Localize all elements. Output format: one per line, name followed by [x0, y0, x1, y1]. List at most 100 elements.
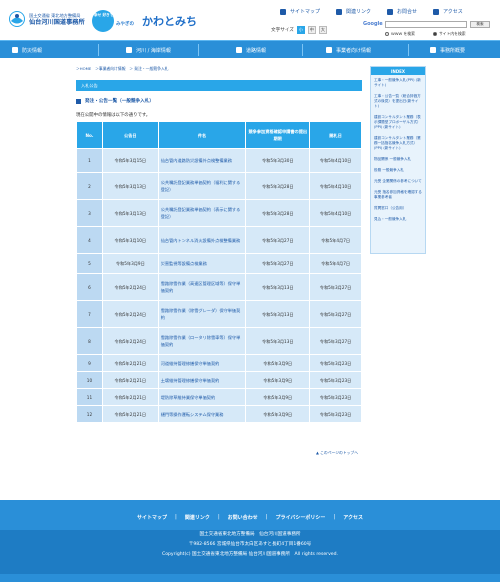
nav-divider [302, 44, 303, 56]
row-opening: 令和5年3月27日 [309, 273, 362, 301]
related-links-link[interactable]: 関連リンク [336, 7, 371, 16]
row-date: 令和5年2月21日 [101, 371, 159, 389]
section-title-bar: 入札公告 [76, 80, 362, 91]
row-title-link[interactable]: 堤防除草維持業保守単価契約 [157, 388, 247, 406]
nav-office[interactable]: 事務所概要 [430, 41, 465, 59]
sidebar-item[interactable]: 元受 指名参加資格を確認する事業参考者 [371, 187, 425, 203]
row-title-link[interactable]: 河道維持管理修繕保守単価契約 [157, 354, 247, 372]
row-no: 6 [76, 273, 103, 301]
sidebar-item[interactable]: 建設コンサルタント業務（表示課題型プロポーザル方式）(PPI) (新サイト) [371, 112, 425, 133]
row-deadline: 令和5年3月27日 [245, 226, 311, 254]
page-title: 発注・公告一覧（一般競争入札） [76, 98, 154, 104]
sidebar-title: INDEX [371, 67, 425, 75]
sidebar-item[interactable]: 工事・一般競争入札(PPI) (新サイト) [371, 75, 425, 91]
sidebar-item[interactable]: 役務 一般競争入札 [371, 165, 425, 176]
organization-name[interactable]: 国土交通省 東北地方整備局 仙台河川国道事務所 [29, 13, 85, 27]
top-links: サイトマップ 関連リンク お問合せ アクセス [280, 7, 495, 16]
table-row: 4 令和5年3月10日 仙台管内トンネル消火設備外点検整備業務 令和5年3月27日 令和… [76, 226, 362, 254]
breadcrumb[interactable]: ＞HOME ＞事業者向け情報 ＞ 発注・一般競争入札 [76, 66, 168, 72]
related-links-label: 関連リンク [346, 9, 372, 15]
search-site-radio[interactable]: サイト内を検索 [433, 31, 466, 37]
brand-logo[interactable]: 幸せ 好きです みやぎの かわとみち [92, 8, 202, 34]
row-opening: 令和5年4月7日 [309, 226, 362, 254]
search-www-radio[interactable]: WWW を検索 [385, 31, 415, 37]
row-title-link[interactable]: 雪路除雪作業（高速区管理区域等）保守単価契約 [157, 273, 247, 301]
font-size-label: 文字サイズ [271, 28, 294, 33]
row-no: 9 [76, 354, 103, 372]
access-link[interactable]: アクセス [433, 7, 463, 16]
footer-org: 国土交通省東北地方整備局 仙台河川国道事務所 [199, 532, 301, 537]
sitemap-link[interactable]: サイトマップ [280, 7, 320, 16]
row-deadline: 令和5年3月9日 [245, 354, 311, 372]
business-icon [326, 47, 332, 53]
table-row: 1 令和5年3月15日 仙台管内道路防災設備外点検整備業務 令和5年3月30日 令和5年… [76, 148, 362, 173]
row-date: 令和5年3月13日 [101, 172, 159, 200]
footer-separator: | [265, 514, 268, 520]
access-label: アクセス [443, 9, 463, 15]
sidebar-item[interactable]: 建設コンサルタント業務（業務一括指名競争入札方式）(PPI) (新サイト) [371, 133, 425, 154]
sidebar-item[interactable]: 質問窓口（公告用） [371, 203, 425, 214]
river-icon [126, 47, 132, 53]
footer-access-link[interactable]: アクセス [335, 514, 371, 521]
footer-sitemap-link[interactable]: サイトマップ [129, 514, 175, 521]
contact-link[interactable]: お問合せ [387, 7, 417, 16]
nav-divider [98, 44, 99, 56]
tender-table: No. 公告日 件名 競争参加資格確認申請書の提出期限 開札日 1 令和5年3月1… [76, 121, 362, 423]
sidebar-item[interactable]: 元受 企業関係の参考について [371, 176, 425, 187]
search-input[interactable] [385, 21, 467, 28]
road-icon [236, 47, 242, 53]
nav-disaster-label: 防災情報 [22, 47, 43, 54]
row-title-link[interactable]: 土壌維持管理修繕保守単価契約 [157, 371, 247, 389]
footer-related-link[interactable]: 関連リンク [177, 514, 218, 521]
footer-separator: | [217, 514, 220, 520]
page-top-link[interactable]: ▲ このページのトップへ [316, 450, 358, 456]
font-size-small-button[interactable]: 小 [296, 26, 305, 34]
nav-river-label: 河川 / 海岸情報 [136, 47, 171, 54]
nav-river[interactable]: 河川 / 海岸情報 [126, 41, 171, 59]
row-title-link[interactable]: 公共嘱託登記業務単価契約（表示に関する登記） [157, 199, 247, 227]
row-date: 令和5年3月15日 [101, 148, 159, 173]
sidebar-item[interactable]: 工事・公告一覧（総合評価方式の後見）を提出日(新サイト) [371, 91, 425, 112]
row-opening: 令和5年4月10日 [309, 199, 362, 227]
row-opening: 令和5年3月23日 [309, 354, 362, 372]
org-line2: 仙台河川国道事務所 [29, 19, 85, 26]
page-title-text: 発注・公告一覧（一般競争入札） [85, 99, 154, 104]
row-date: 令和5年3月13日 [101, 199, 159, 227]
row-title-link[interactable]: 雪路除雪作業（ロータリ除雪車等）保守単価契約 [157, 327, 247, 355]
search-button[interactable]: 検索 [470, 21, 490, 28]
office-icon [430, 47, 436, 53]
row-title-link[interactable]: 雪路除雪作業（除雪グレーダ）保守単価契約 [157, 300, 247, 328]
row-deadline: 令和5年3月13日 [245, 327, 311, 355]
row-opening: 令和5年4月7日 [309, 253, 362, 274]
row-deadline: 令和5年3月9日 [245, 371, 311, 389]
table-body: 1 令和5年3月15日 仙台管内道路防災設備外点検整備業務 令和5年3月30日 令和5年… [76, 148, 362, 423]
row-title-link[interactable]: 公共嘱託登記業務単価契約（福利に関する登記） [157, 172, 247, 200]
table-row: 11 令和5年2月21日 堤防除草維持業保守単価契約 令和5年3月9日 令和5年3月23… [76, 388, 362, 406]
row-date: 令和5年2月24日 [101, 327, 159, 355]
row-title-link[interactable]: 仙台管内トンネル消火設備外点検整備業務 [157, 226, 247, 254]
col-deadline: 競争参加資格確認申請書の提出期限 [245, 121, 311, 149]
row-date: 令和5年2月24日 [101, 273, 159, 301]
font-size-large-button[interactable]: 大 [318, 26, 327, 34]
row-deadline: 令和5年3月27日 [245, 253, 311, 274]
row-date: 令和5年3月9日 [101, 253, 159, 274]
row-deadline: 令和5年3月30日 [245, 148, 311, 173]
row-title-link[interactable]: 災害監視等設備点検業務 [157, 253, 247, 274]
footer-contact-link[interactable]: お問い合わせ [220, 514, 266, 521]
nav-disaster[interactable]: 防災情報 [12, 41, 42, 59]
nav-road[interactable]: 道路情報 [236, 41, 266, 59]
col-date: 公告日 [101, 121, 159, 149]
font-size-medium-button[interactable]: 中 [307, 26, 316, 34]
row-date: 令和5年2月21日 [101, 354, 159, 372]
row-title-link[interactable]: 樋門等操作運転システム保守業務 [157, 405, 247, 423]
table-header-row: No. 公告日 件名 競争参加資格確認申請書の提出期限 開札日 [76, 121, 362, 149]
nav-business[interactable]: 事業者向け情報 [326, 41, 371, 59]
row-title-link[interactable]: 仙台管内道路防災設備外点検整備業務 [157, 148, 247, 173]
sidebar-item[interactable]: 物品関係 一般競争入札 [371, 154, 425, 165]
row-no: 1 [76, 148, 103, 173]
mlit-logo-icon[interactable] [9, 10, 25, 28]
sidebar-item[interactable]: 見込・一般競争入札 [371, 214, 425, 225]
font-size-switcher: 文字サイズ 小 中 大 [271, 26, 327, 34]
footer-privacy-link[interactable]: プライバシーポリシー [268, 514, 334, 521]
nav-road-label: 道路情報 [246, 47, 267, 54]
